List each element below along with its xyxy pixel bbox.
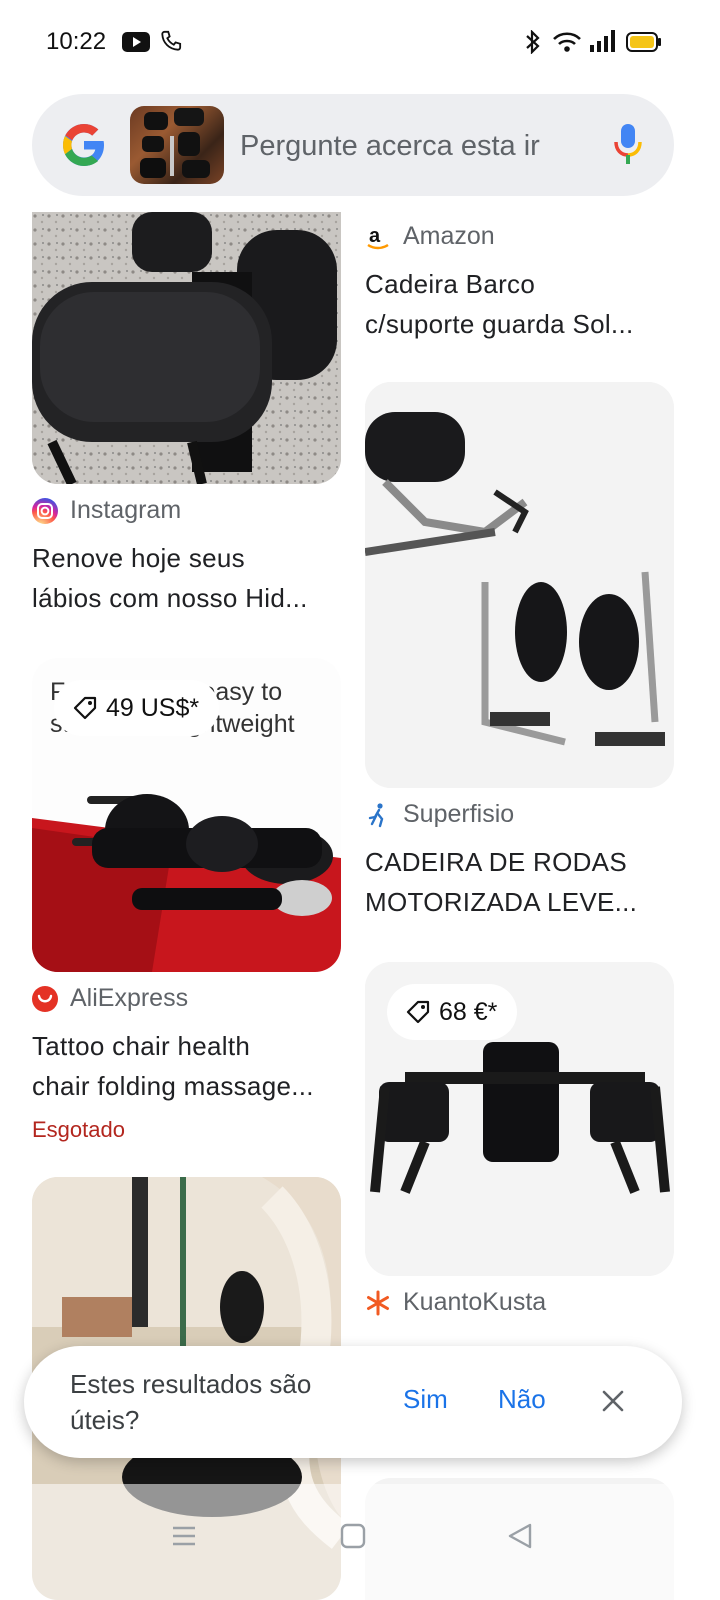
wifi-icon bbox=[552, 30, 582, 59]
google-logo-icon[interactable] bbox=[60, 121, 108, 169]
stock-status: Esgotado bbox=[32, 1117, 125, 1142]
source-name: KuantoKusta bbox=[403, 1288, 547, 1316]
clock: 10:22 bbox=[46, 28, 107, 55]
result-title-line: chair folding massage... bbox=[32, 1071, 314, 1101]
result-title[interactable]: Tattoo chair health chair folding massag… bbox=[32, 1026, 342, 1106]
instagram-icon bbox=[32, 497, 58, 524]
phone-call-icon bbox=[160, 30, 182, 57]
price-value: 68 €* bbox=[439, 997, 498, 1026]
home-icon[interactable] bbox=[340, 1522, 366, 1555]
result-title-line: CADEIRA DE RODAS bbox=[365, 847, 627, 877]
result-source[interactable]: Instagram bbox=[32, 496, 181, 525]
youtube-icon bbox=[122, 32, 150, 57]
price-tag-icon bbox=[73, 696, 97, 720]
feedback-prompt: Estes resultados são úteis? Sim Não bbox=[24, 1346, 682, 1458]
svg-text:a: a bbox=[369, 225, 381, 247]
result-image[interactable]: Foldable and easy to store more lightwei… bbox=[32, 658, 341, 972]
close-icon[interactable] bbox=[598, 1386, 628, 1416]
result-image[interactable]: 68 €* bbox=[365, 962, 674, 1276]
price-badge: 68 €* bbox=[387, 984, 518, 1040]
result-title[interactable]: Renove hoje seus lábios com nosso Hid... bbox=[32, 538, 342, 618]
back-icon[interactable] bbox=[506, 1522, 534, 1555]
running-person-icon bbox=[365, 801, 391, 828]
amazon-icon: a bbox=[365, 223, 391, 250]
query-image-thumbnail[interactable] bbox=[130, 106, 224, 184]
feedback-no-button[interactable]: Não bbox=[498, 1384, 546, 1415]
asterisk-icon bbox=[365, 1289, 391, 1316]
result-title-line: MOTORIZADA LEVE... bbox=[365, 887, 638, 917]
lens-search-bar[interactable]: Pergunte acerca esta ir bbox=[32, 94, 674, 196]
source-name: Instagram bbox=[70, 496, 182, 524]
result-source[interactable]: Superfisio bbox=[365, 800, 514, 829]
result-title[interactable]: CADEIRA DE RODAS MOTORIZADA LEVE... bbox=[365, 842, 675, 922]
result-title-line: Tattoo chair health bbox=[32, 1031, 251, 1061]
result-title-line: lábios com nosso Hid... bbox=[32, 583, 308, 613]
aliexpress-icon bbox=[32, 985, 58, 1012]
result-image[interactable] bbox=[32, 212, 341, 484]
feedback-question: Estes resultados são úteis? bbox=[70, 1369, 312, 1435]
source-name: AliExpress bbox=[70, 984, 189, 1012]
price-tag-icon bbox=[406, 1000, 430, 1024]
source-name: Superfisio bbox=[403, 800, 515, 828]
signal-icon bbox=[590, 30, 618, 57]
system-navigation-bar bbox=[0, 1484, 720, 1600]
battery-icon bbox=[626, 32, 662, 57]
result-source[interactable]: a Amazon bbox=[365, 222, 495, 251]
result-source[interactable]: KuantoKusta bbox=[365, 1288, 546, 1317]
source-name: Amazon bbox=[403, 222, 495, 250]
microphone-icon[interactable] bbox=[612, 122, 644, 168]
status-bar: 10:22 bbox=[0, 0, 720, 84]
bluetooth-icon bbox=[524, 29, 542, 59]
result-source[interactable]: AliExpress bbox=[32, 984, 188, 1013]
result-title-line: c/suporte guarda Sol... bbox=[365, 309, 634, 339]
feedback-yes-button[interactable]: Sim bbox=[403, 1384, 448, 1415]
menu-icon[interactable] bbox=[170, 1522, 198, 1555]
result-title[interactable]: Cadeira Barco c/suporte guarda Sol... bbox=[365, 264, 675, 344]
result-title-line: Cadeira Barco bbox=[365, 269, 536, 299]
search-input[interactable]: Pergunte acerca esta ir bbox=[240, 126, 570, 166]
result-image[interactable] bbox=[365, 382, 674, 788]
price-badge: 49 US$* bbox=[54, 680, 220, 736]
result-title-line: Renove hoje seus bbox=[32, 543, 245, 573]
price-value: 49 US$* bbox=[106, 693, 200, 722]
